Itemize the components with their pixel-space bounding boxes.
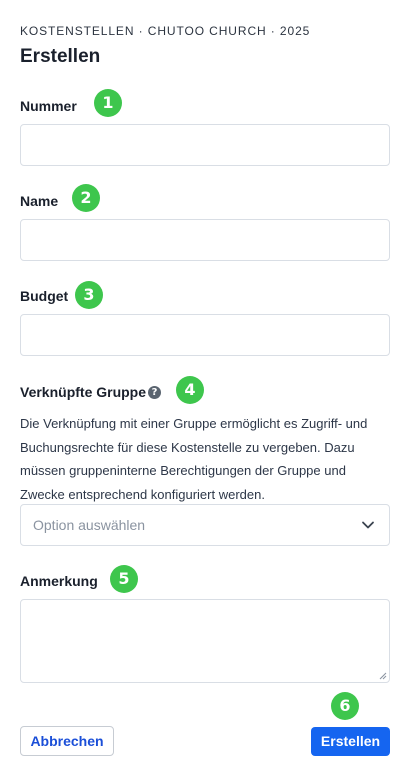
page-title: Erstellen xyxy=(20,46,101,67)
budget-label: Budget xyxy=(20,288,69,304)
step-badge-3: 3 xyxy=(75,281,103,309)
budget-input[interactable] xyxy=(20,314,390,356)
create-button[interactable]: Erstellen xyxy=(311,727,390,756)
chevron-down-icon xyxy=(362,521,374,529)
name-label: Name xyxy=(20,193,59,209)
cancel-button[interactable]: Abbrechen xyxy=(20,726,114,756)
gruppe-select[interactable]: Option auswählen xyxy=(20,504,390,546)
step-badge-2: 2 xyxy=(72,184,100,212)
step-badge-1: 1 xyxy=(94,89,122,117)
anmerkung-label: Anmerkung xyxy=(20,573,98,589)
gruppe-select-placeholder: Option auswählen xyxy=(33,517,146,533)
nummer-input[interactable] xyxy=(20,124,390,166)
gruppe-label: Verknüpfte Gruppe xyxy=(20,384,147,400)
gruppe-description: Die Verknüpfung mit einer Gruppe ermögli… xyxy=(20,416,368,502)
name-input[interactable] xyxy=(20,219,390,261)
step-badge-6: 6 xyxy=(331,692,359,720)
breadcrumb: KOSTENSTELLEN · CHUTOO CHURCH · 2025 xyxy=(20,24,311,38)
help-icon[interactable]: ? xyxy=(148,386,161,399)
step-badge-5: 5 xyxy=(110,565,138,593)
nummer-label: Nummer xyxy=(20,98,77,114)
step-badge-4: 4 xyxy=(176,376,204,404)
resize-handle-icon[interactable] xyxy=(379,672,387,680)
anmerkung-textarea[interactable] xyxy=(20,599,390,683)
